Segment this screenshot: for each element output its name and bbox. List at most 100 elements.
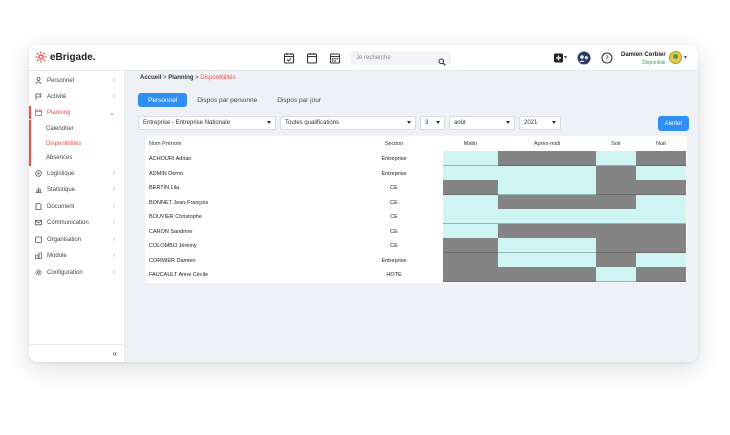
- availability-cell-morning[interactable]: [443, 165, 498, 181]
- document-icon: [35, 203, 42, 210]
- avatar[interactable]: [669, 51, 682, 64]
- availability-cell-night[interactable]: [636, 165, 686, 181]
- chevron-down-icon[interactable]: ▾: [684, 54, 687, 61]
- availability-cell-afternoon[interactable]: [498, 252, 596, 268]
- user-menu[interactable]: Damien Corbier Disponible: [621, 51, 666, 67]
- person-name[interactable]: CORMIER Damien: [149, 258, 195, 264]
- availability-cell-afternoon[interactable]: [498, 267, 596, 282]
- person-name[interactable]: BONNET Jean-François: [149, 200, 208, 206]
- availability-cell-afternoon[interactable]: [498, 151, 596, 166]
- chevron-down-icon: [436, 121, 440, 124]
- table-row: ADMIN Demo Entreprise: [145, 165, 687, 181]
- tab-dispos-par-personne[interactable]: Dispos par personne: [187, 93, 267, 107]
- search-input[interactable]: Je recherche: [351, 51, 451, 65]
- person-section: CE: [390, 214, 398, 220]
- availability-cell-night[interactable]: [636, 209, 686, 224]
- tab-dispos-par-jour[interactable]: Dispos par jour: [267, 93, 331, 107]
- sidebar-item-personnel[interactable]: Personnel ›: [29, 74, 125, 87]
- app-window: eBrigade. Je recherche ▾ ? Damien Corbie…: [29, 45, 698, 362]
- sidebar-item-statistique[interactable]: Statistique ›: [29, 183, 125, 196]
- availability-cell-evening[interactable]: [596, 194, 636, 210]
- person-name[interactable]: BERTIN Lila: [149, 185, 179, 191]
- availability-cell-morning[interactable]: [443, 238, 498, 253]
- availability-cell-morning[interactable]: [443, 180, 498, 195]
- help-icon[interactable]: ?: [601, 52, 613, 64]
- availability-cell-morning[interactable]: [443, 209, 498, 224]
- availability-cell-night[interactable]: [636, 252, 686, 268]
- sidebar-subitem-disponibilites[interactable]: Disponibilités: [46, 141, 81, 147]
- availability-cell-evening[interactable]: [596, 209, 636, 224]
- availability-cell-evening[interactable]: [596, 223, 636, 239]
- sidebar-item-activite[interactable]: Activité ›: [29, 90, 125, 103]
- view-tabs: Personnel Dispos par personne Dispos par…: [138, 93, 331, 107]
- entity-select-value: Entreprise - Entreprise Nationale: [143, 120, 231, 126]
- availability-cell-afternoon[interactable]: [498, 238, 596, 253]
- person-name[interactable]: BOUVIER Christophe: [149, 214, 202, 220]
- breadcrumb-home[interactable]: Accueil: [140, 75, 161, 81]
- availability-cell-night[interactable]: [636, 194, 686, 210]
- person-name[interactable]: ADMIN Demo: [149, 171, 183, 177]
- brand-logo[interactable]: eBrigade.: [35, 51, 96, 63]
- year-select[interactable]: 2021: [519, 116, 561, 130]
- person-name[interactable]: CARON Sandrine: [149, 229, 192, 235]
- availability-cell-afternoon[interactable]: [498, 165, 596, 181]
- availability-cell-evening[interactable]: [596, 165, 636, 181]
- chevron-right-icon: ›: [112, 269, 115, 276]
- availability-cell-night[interactable]: [636, 238, 686, 253]
- breadcrumb-planning[interactable]: Planning: [168, 75, 193, 81]
- users-switch-icon[interactable]: [577, 51, 591, 65]
- brand-logo-icon: [35, 51, 47, 63]
- chevron-right-icon: ›: [112, 203, 115, 210]
- calendar-icon[interactable]: [306, 52, 318, 64]
- availability-cell-afternoon[interactable]: [498, 223, 596, 239]
- person-name[interactable]: ACHOURI Adrian: [149, 156, 192, 162]
- sidebar-item-logistique[interactable]: Logistique ›: [29, 167, 125, 180]
- person-name[interactable]: FAUCAULT Anne Cécile: [149, 272, 208, 278]
- day-select[interactable]: 3: [420, 116, 445, 130]
- sidebar-item-label: Statistique: [47, 186, 76, 193]
- person-name[interactable]: COLOMBO Jérémy: [149, 243, 197, 249]
- availability-cell-night[interactable]: [636, 151, 686, 166]
- calendar-grid-icon[interactable]: [329, 52, 341, 64]
- availability-cell-evening[interactable]: [596, 180, 636, 195]
- chevron-right-icon: ›: [112, 77, 115, 84]
- availability-cell-night[interactable]: [636, 267, 686, 282]
- svg-text:?: ?: [605, 54, 609, 62]
- availability-cell-afternoon[interactable]: [498, 194, 596, 210]
- sidebar-item-module[interactable]: Module ›: [29, 249, 125, 262]
- month-select-value: août: [454, 120, 466, 126]
- availability-cell-night[interactable]: [636, 223, 686, 239]
- qualification-select[interactable]: Toutes qualifications: [280, 116, 416, 130]
- table-row: BOUVIER Christophe CE: [145, 209, 687, 224]
- availability-cell-evening[interactable]: [596, 267, 636, 282]
- availability-cell-evening[interactable]: [596, 252, 636, 268]
- calendar-check-icon[interactable]: [283, 52, 295, 64]
- availability-cell-morning[interactable]: [443, 151, 498, 166]
- chevron-down-icon[interactable]: ▾: [564, 54, 567, 61]
- month-select[interactable]: août: [449, 116, 515, 130]
- availability-cell-evening[interactable]: [596, 151, 636, 166]
- alert-button[interactable]: Alerter: [658, 116, 689, 131]
- sidebar-subitem-absences[interactable]: Absences: [46, 155, 72, 161]
- entity-select[interactable]: Entreprise - Entreprise Nationale: [138, 116, 276, 130]
- availability-cell-morning[interactable]: [443, 267, 498, 282]
- sidebar-subitem-calendrier[interactable]: Calendrier: [46, 126, 74, 132]
- sidebar-item-planning[interactable]: Planning ⌄: [29, 106, 125, 119]
- collapse-sidebar-button[interactable]: «: [29, 344, 125, 362]
- availability-cell-afternoon[interactable]: [498, 209, 596, 224]
- sidebar-item-document[interactable]: Document ›: [29, 200, 125, 213]
- sidebar-item-configuration[interactable]: Configuration ›: [29, 266, 125, 279]
- table-row: CORMIER Damien Entreprise: [145, 252, 687, 268]
- availability-cell-afternoon[interactable]: [498, 180, 596, 195]
- sidebar-item-organisation[interactable]: Organisation ›: [29, 233, 125, 246]
- availability-cell-morning[interactable]: [443, 252, 498, 268]
- availability-cell-morning[interactable]: [443, 194, 498, 210]
- sidebar-item-communication[interactable]: Communication ›: [29, 216, 125, 229]
- availability-cell-night[interactable]: [636, 180, 686, 195]
- gear-icon: [35, 170, 42, 177]
- availability-cell-evening[interactable]: [596, 238, 636, 253]
- search-icon[interactable]: [438, 53, 446, 71]
- tab-personnel[interactable]: Personnel: [138, 93, 188, 107]
- availability-cell-morning[interactable]: [443, 223, 498, 239]
- column-header-section: Section: [384, 141, 404, 147]
